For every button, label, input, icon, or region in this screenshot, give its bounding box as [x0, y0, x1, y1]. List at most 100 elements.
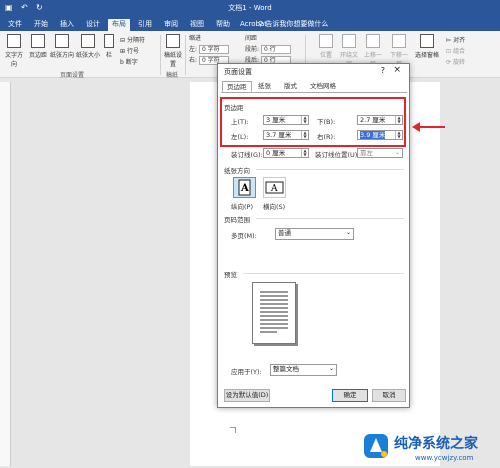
rotate-label: 旋转	[452, 59, 465, 66]
spacing-before-row: 段前: 0 行	[245, 44, 291, 54]
svg-text:www.ycwjzy.com: www.ycwjzy.com	[415, 454, 474, 462]
position-label: 位置	[319, 52, 332, 59]
indent-title: 缩进	[189, 35, 202, 42]
apply-to-select[interactable]: 整篇文档 ⌄	[270, 364, 337, 376]
gutter-position-select[interactable]: 靠左 ⌄	[357, 148, 403, 158]
spacing-title: 间距	[245, 35, 258, 42]
pages-section-title: 页码范围	[224, 216, 250, 224]
divider	[256, 169, 404, 170]
cancel-button[interactable]: 取消	[372, 389, 406, 402]
position-button[interactable]: 位置	[318, 34, 334, 59]
margins-highlight-box	[220, 97, 406, 147]
svg-text:纯净系统之家: 纯净系统之家	[394, 435, 479, 452]
tab-design[interactable]: 设计	[82, 19, 104, 31]
size-button[interactable]: 纸张大小	[76, 34, 100, 59]
text-direction-icon	[7, 34, 21, 48]
tab-view[interactable]: 视图	[186, 19, 208, 31]
text-direction-button[interactable]: 文字方向	[3, 34, 25, 68]
position-icon	[319, 34, 333, 48]
tell-me-search[interactable]: ♀ 告诉我你想要做什么	[258, 19, 328, 29]
text-direction-label: 文字方向	[4, 52, 23, 68]
line-numbers-label: 行号	[126, 48, 139, 55]
multiple-pages-select[interactable]: 普通 ⌄	[275, 228, 354, 240]
preview-lines	[260, 291, 288, 333]
tab-layout-format[interactable]: 版式	[280, 81, 301, 92]
indent-left-row: 左: 0 字符	[189, 44, 229, 54]
selection-pane-icon	[420, 34, 434, 48]
portrait-label: 纵向(P)	[231, 203, 253, 211]
tab-home[interactable]: 开始	[30, 19, 52, 31]
align-button[interactable]: ⊨ 对齐	[446, 35, 465, 44]
svg-text:A: A	[240, 183, 249, 194]
gutter-value: 0 厘米	[266, 149, 286, 157]
group-label: 组合	[452, 48, 465, 55]
multiple-pages-label: 多页(M):	[231, 232, 257, 240]
spinner-arrows-icon[interactable]: ▲ ▼	[301, 149, 308, 157]
tab-review[interactable]: 审阅	[160, 19, 182, 31]
dialog-title: 页面设置	[224, 68, 252, 76]
chevron-down-icon: ⌄	[328, 365, 334, 372]
close-button[interactable]: ×	[393, 65, 401, 75]
columns-icon	[104, 34, 114, 48]
title-bar: ▣ ↶ ↻ 文档1 - Word	[0, 0, 500, 17]
indent-left-input[interactable]: 0 字符	[198, 45, 229, 54]
gutter-position-value: 靠左	[360, 149, 373, 157]
tab-doc-grid[interactable]: 文档网格	[306, 81, 340, 92]
tab-help[interactable]: 帮助	[212, 19, 234, 31]
rotate-button[interactable]: ⟳ 旋转	[446, 57, 465, 66]
columns-button[interactable]: 栏	[103, 34, 115, 59]
tab-margins[interactable]: 页边距	[222, 81, 252, 92]
page-preview	[252, 282, 296, 344]
landscape-button[interactable]: A	[263, 177, 286, 198]
separator	[160, 35, 161, 75]
portrait-icon: A	[238, 179, 251, 196]
selection-pane-label: 选择窗格	[415, 52, 440, 59]
help-button[interactable]: ?	[381, 66, 385, 75]
tab-insert[interactable]: 插入	[56, 19, 78, 31]
gutter-position-label: 装订线位置(U):	[315, 151, 360, 159]
draft-settings-label: 稿纸设置	[164, 52, 183, 68]
margins-button[interactable]: 页边距	[28, 34, 48, 59]
ok-button[interactable]: 确定	[332, 389, 368, 402]
set-default-button[interactable]: 设为默认值(D)	[224, 389, 270, 402]
margins-label: 页边距	[28, 52, 47, 59]
draft-settings-button[interactable]: 稿纸设置	[164, 34, 182, 68]
line-numbers-button[interactable]: ⊞ 行号	[120, 46, 139, 55]
watermark-logo: 纯净系统之家 www.ycwjzy.com	[360, 428, 500, 466]
divider	[243, 273, 404, 274]
portrait-button[interactable]: A	[233, 177, 256, 198]
apply-to-label: 应用于(Y):	[231, 368, 262, 376]
gutter-input[interactable]: 0 厘米 ▲ ▼	[263, 148, 309, 158]
group-button[interactable]: ⊡ 组合	[446, 46, 465, 55]
preview-section-title: 预览	[224, 271, 237, 279]
chevron-down-icon: ⌄	[345, 229, 351, 236]
spacing-before-input[interactable]: 0 行	[260, 45, 291, 54]
orientation-icon	[55, 34, 69, 48]
lightbulb-icon: ♀	[258, 20, 264, 28]
align-label: 对齐	[453, 37, 466, 44]
draft-icon	[166, 34, 180, 48]
wrap-text-icon	[342, 34, 356, 48]
landscape-icon: A	[265, 181, 284, 194]
hyphenation-button[interactable]: b 断字	[120, 57, 138, 66]
vertical-ruler	[0, 82, 11, 466]
indent-left-label: 左:	[189, 46, 198, 53]
size-icon	[81, 34, 95, 48]
margin-corner-mark	[230, 427, 236, 433]
size-label: 纸张大小	[76, 52, 101, 59]
breaks-label: 分隔符	[126, 37, 145, 44]
selection-pane-button[interactable]: 选择窗格	[415, 34, 439, 59]
orientation-section-title: 纸张方向	[224, 167, 250, 175]
tab-paper[interactable]: 纸张	[254, 81, 275, 92]
columns-label: 栏	[105, 52, 112, 59]
breaks-button[interactable]: ⊟ 分隔符	[120, 35, 145, 44]
window-title: 文档1 - Word	[228, 4, 272, 12]
tab-file[interactable]: 文件	[4, 19, 26, 31]
separator	[185, 35, 186, 75]
multiple-pages-value: 普通	[278, 229, 291, 237]
send-backward-icon	[392, 34, 406, 48]
orientation-button[interactable]: 纸张方向	[50, 34, 74, 59]
tab-divider	[221, 92, 407, 93]
tab-references[interactable]: 引用	[134, 19, 156, 31]
tab-layout[interactable]: 布局	[108, 19, 130, 31]
